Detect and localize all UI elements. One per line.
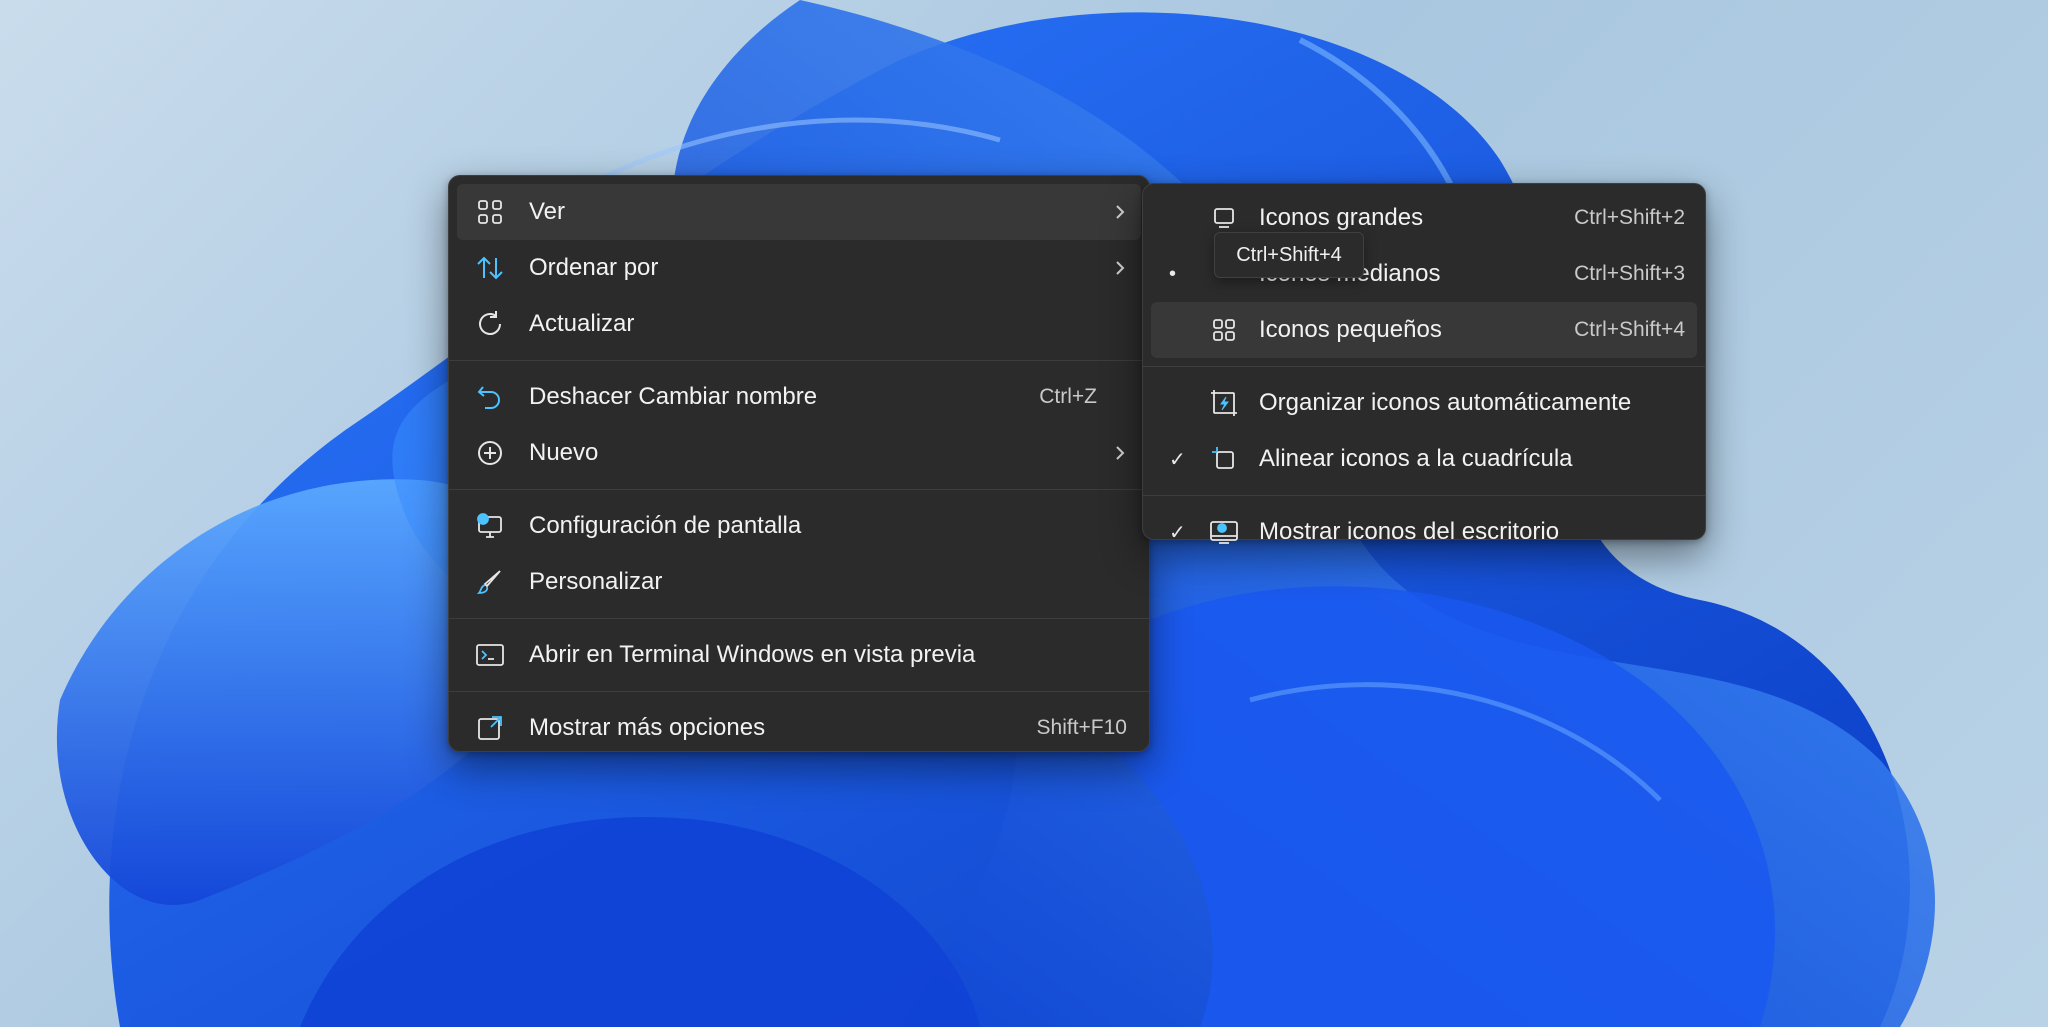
submenu-item-organizar-automatico[interactable]: Organizar iconos automáticamente — [1151, 375, 1697, 431]
sort-arrows-icon — [475, 253, 505, 283]
menu-item-label: Actualizar — [529, 310, 635, 337]
menu-item-label: Ordenar por — [529, 254, 659, 281]
menu-separator — [449, 489, 1149, 490]
menu-separator — [449, 691, 1149, 692]
paintbrush-icon — [475, 567, 505, 597]
display-settings-icon — [475, 511, 505, 541]
chevron-right-icon — [1113, 202, 1127, 222]
menu-item-label: Iconos pequeños — [1259, 316, 1442, 343]
menu-item-label: Configuración de pantalla — [529, 512, 802, 539]
menu-item-shortcut: Ctrl+Shift+3 — [1574, 262, 1685, 285]
menu-item-ver[interactable]: Ver — [457, 184, 1141, 240]
monitor-icon — [1209, 203, 1239, 233]
menu-item-label: Abrir en Terminal Windows en vista previ… — [529, 641, 976, 668]
submenu-item-iconos-pequenos[interactable]: Iconos pequeños Ctrl+Shift+4 — [1151, 302, 1697, 358]
plus-circle-icon — [475, 438, 505, 468]
menu-item-mostrar-mas-opciones[interactable]: Mostrar más opciones Shift+F10 — [457, 700, 1141, 756]
menu-item-label: Personalizar — [529, 568, 663, 595]
menu-item-abrir-terminal[interactable]: Abrir en Terminal Windows en vista previ… — [457, 627, 1141, 683]
menu-item-personalizar[interactable]: Personalizar — [457, 554, 1141, 610]
chevron-right-icon — [1113, 443, 1127, 463]
desktop-context-menu: Ver Ordenar por Actualizar Deshacer Camb… — [448, 175, 1150, 752]
align-grid-icon — [1209, 444, 1239, 474]
submenu-item-alinear-cuadricula[interactable]: ✓ Alinear iconos a la cuadrícula — [1151, 431, 1697, 487]
menu-item-shortcut: Ctrl+Z — [1039, 385, 1097, 408]
checkmark-icon: ✓ — [1169, 448, 1186, 471]
menu-item-deshacer[interactable]: Deshacer Cambiar nombre Ctrl+Z — [457, 369, 1141, 425]
chevron-right-icon — [1113, 258, 1127, 278]
menu-separator — [1143, 366, 1705, 367]
submenu-item-mostrar-iconos-escritorio[interactable]: ✓ Mostrar iconos del escritorio — [1151, 504, 1697, 560]
menu-item-shortcut: Shift+F10 — [1036, 716, 1127, 739]
grid-view-icon — [475, 197, 505, 227]
bullet-mark-icon: • — [1169, 262, 1177, 285]
checkmark-icon: ✓ — [1169, 521, 1186, 544]
menu-item-configuracion-pantalla[interactable]: Configuración de pantalla — [457, 498, 1141, 554]
terminal-icon — [475, 640, 505, 670]
menu-item-label: Alinear iconos a la cuadrícula — [1259, 445, 1573, 472]
menu-item-label: Organizar iconos automáticamente — [1259, 389, 1632, 416]
menu-item-label: Iconos grandes — [1259, 204, 1424, 231]
menu-item-shortcut: Ctrl+Shift+2 — [1574, 206, 1685, 229]
auto-arrange-icon — [1209, 388, 1239, 418]
shortcut-tooltip: Ctrl+Shift+4 — [1214, 232, 1364, 278]
more-options-icon — [475, 713, 505, 743]
menu-separator — [449, 360, 1149, 361]
undo-icon — [475, 382, 505, 412]
menu-item-label: Ver — [529, 198, 566, 225]
menu-item-label: Deshacer Cambiar nombre — [529, 383, 818, 410]
menu-separator — [1143, 495, 1705, 496]
menu-separator — [449, 618, 1149, 619]
desktop-icons-icon — [1209, 517, 1239, 547]
menu-item-actualizar[interactable]: Actualizar — [457, 296, 1141, 352]
menu-item-nuevo[interactable]: Nuevo — [457, 425, 1141, 481]
menu-item-shortcut: Ctrl+Shift+4 — [1574, 318, 1685, 341]
menu-item-label: Nuevo — [529, 439, 599, 466]
menu-item-ordenar-por[interactable]: Ordenar por — [457, 240, 1141, 296]
menu-item-label: Mostrar iconos del escritorio — [1259, 518, 1560, 545]
small-grid-icon — [1209, 315, 1239, 345]
refresh-icon — [475, 309, 505, 339]
menu-item-label: Mostrar más opciones — [529, 714, 766, 741]
